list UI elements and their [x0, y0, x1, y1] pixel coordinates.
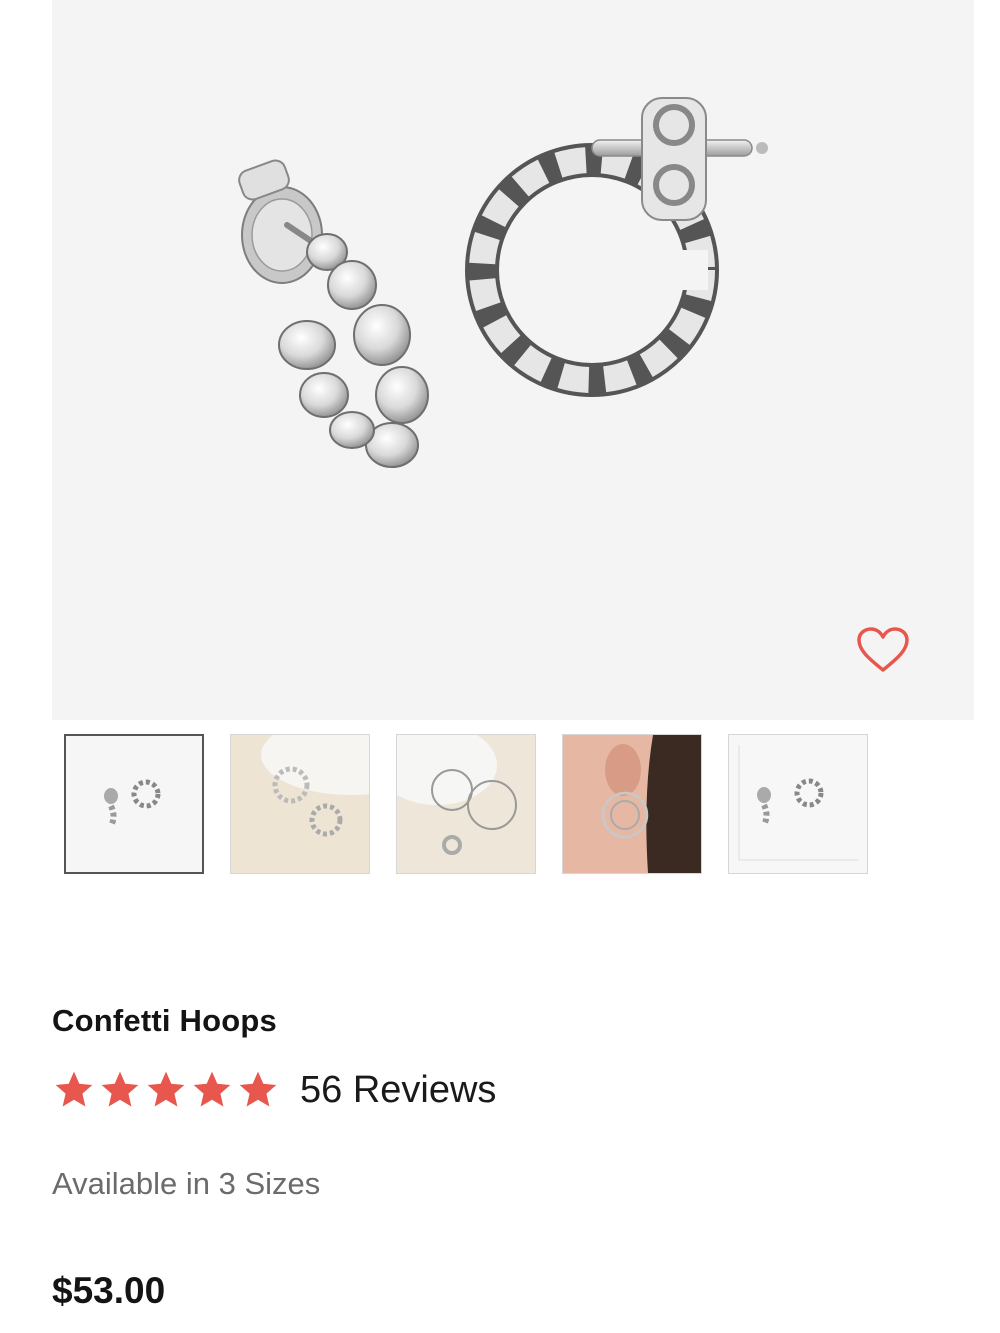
product-title: Confetti Hoops	[52, 1003, 277, 1038]
thumbnail-image	[563, 735, 701, 873]
thumbnail-lifestyle-tray[interactable]	[230, 734, 370, 874]
reviews-link[interactable]: 56 Reviews	[300, 1069, 496, 1112]
thumbnail-strip	[64, 734, 868, 874]
thumbnail-lifestyle-set[interactable]	[396, 734, 536, 874]
earrings-illustration	[238, 97, 768, 468]
size-availability: Available in 3 Sizes	[52, 1166, 321, 1201]
thumbnail-image	[66, 736, 202, 872]
thumbnail-model-ear[interactable]	[562, 734, 702, 874]
star-icon	[239, 1071, 277, 1107]
star-icon	[147, 1071, 185, 1107]
star-icon	[101, 1071, 139, 1107]
add-to-wishlist-button[interactable]	[855, 622, 911, 678]
thumbnail-product-front[interactable]	[64, 734, 204, 874]
star-icon	[55, 1071, 93, 1107]
heart-outline-icon	[857, 627, 909, 672]
rating-summary[interactable]: 56 Reviews	[52, 1068, 496, 1112]
star-rating	[52, 1068, 280, 1112]
thumbnail-image	[397, 735, 535, 873]
product-price: $53.00	[52, 1270, 166, 1311]
thumbnail-image	[231, 735, 369, 873]
thumbnail-image	[729, 735, 867, 873]
thumbnail-size-guide[interactable]	[728, 734, 868, 874]
star-icon	[193, 1071, 231, 1107]
product-hero-image[interactable]	[52, 0, 974, 720]
